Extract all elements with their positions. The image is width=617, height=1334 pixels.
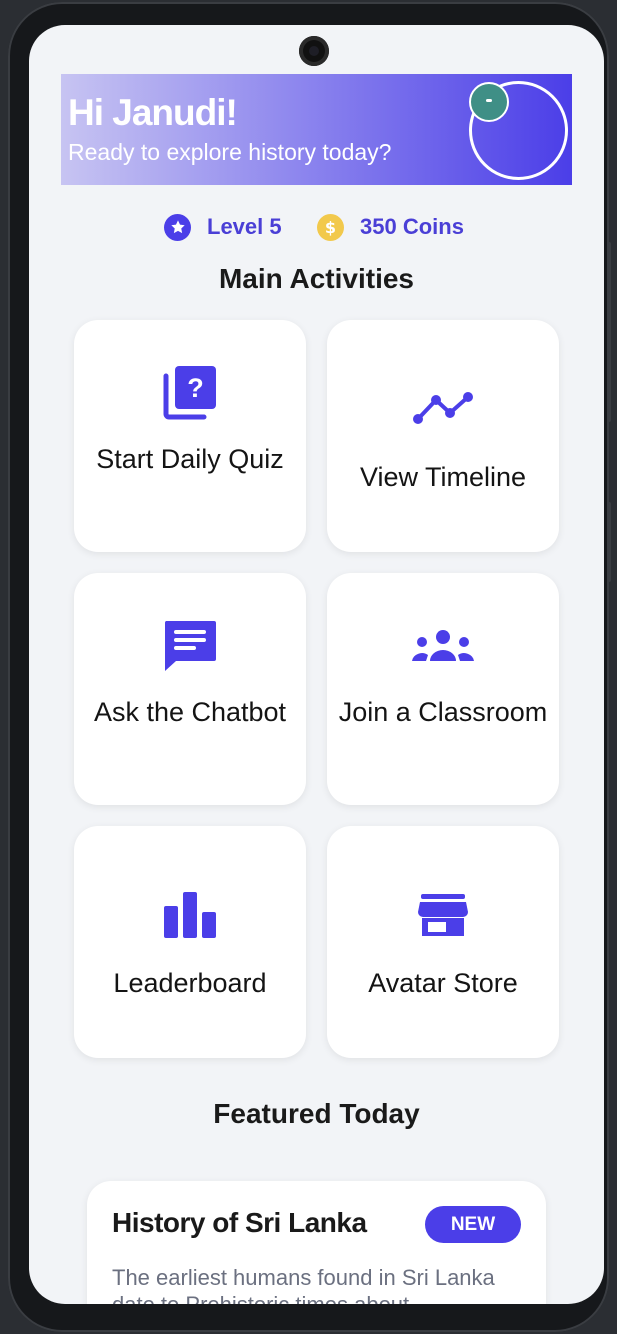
volume-button: [607, 242, 611, 422]
timeline-icon: [327, 390, 559, 426]
coins-label: 350 Coins: [360, 214, 464, 239]
level-label: Level 5: [207, 214, 282, 239]
welcome-banner: Hi Janudi! Ready to explore history toda…: [61, 74, 572, 185]
avatar-badge-icon: [469, 82, 509, 122]
chat-icon: [74, 617, 306, 673]
stats-row: Level 5 $ 350 Coins: [29, 211, 604, 243]
leaderboard-icon: [74, 890, 306, 940]
ask-the-chatbot-card[interactable]: Ask the Chatbot: [74, 573, 306, 805]
view-timeline-card[interactable]: View Timeline: [327, 320, 559, 552]
avatar-store-card[interactable]: Avatar Store: [327, 826, 559, 1058]
app-screen: Hi Janudi! Ready to explore history toda…: [29, 25, 604, 1304]
featured-card-title: History of Sri Lanka: [112, 1207, 367, 1238]
featured-card-text: The earliest humans found in Sri Lanka d…: [112, 1265, 495, 1304]
featured-card[interactable]: History of Sri Lanka NEW The earliest hu…: [87, 1181, 546, 1304]
front-camera: [299, 36, 329, 66]
main-activities-title: Main Activities: [218, 263, 414, 294]
quiz-icon: ?: [74, 364, 306, 420]
leaderboard-label: Leaderboard: [113, 968, 267, 998]
level-stat: Level 5: [164, 211, 282, 243]
store-icon: [327, 892, 559, 938]
greeting-text: Hi Janudi!: [68, 92, 238, 133]
join-a-classroom-card[interactable]: Join a Classroom: [327, 573, 559, 805]
greeting-subtitle: Ready to explore history today?: [68, 139, 392, 165]
featured-today-title: Featured Today: [213, 1098, 420, 1129]
svg-text:?: ?: [187, 373, 204, 403]
leaderboard-card[interactable]: Leaderboard: [74, 826, 306, 1058]
power-button: [607, 502, 611, 582]
new-badge: NEW: [425, 1206, 521, 1243]
star-icon: [164, 213, 191, 241]
phone-frame: Hi Janudi! Ready to explore history toda…: [8, 2, 611, 1332]
ask-the-chatbot-label: Ask the Chatbot: [93, 697, 287, 727]
start-daily-quiz-card[interactable]: ? Start Daily Quiz: [74, 320, 306, 552]
coin-icon: $: [317, 213, 344, 241]
join-a-classroom-label: Join a Classroom: [338, 697, 548, 727]
avatar-store-label: Avatar Store: [368, 968, 518, 998]
view-timeline-label: View Timeline: [359, 462, 527, 492]
group-icon: [327, 629, 559, 663]
start-daily-quiz-label: Start Daily Quiz: [96, 444, 284, 474]
coins-stat: $ 350 Coins: [317, 211, 464, 243]
